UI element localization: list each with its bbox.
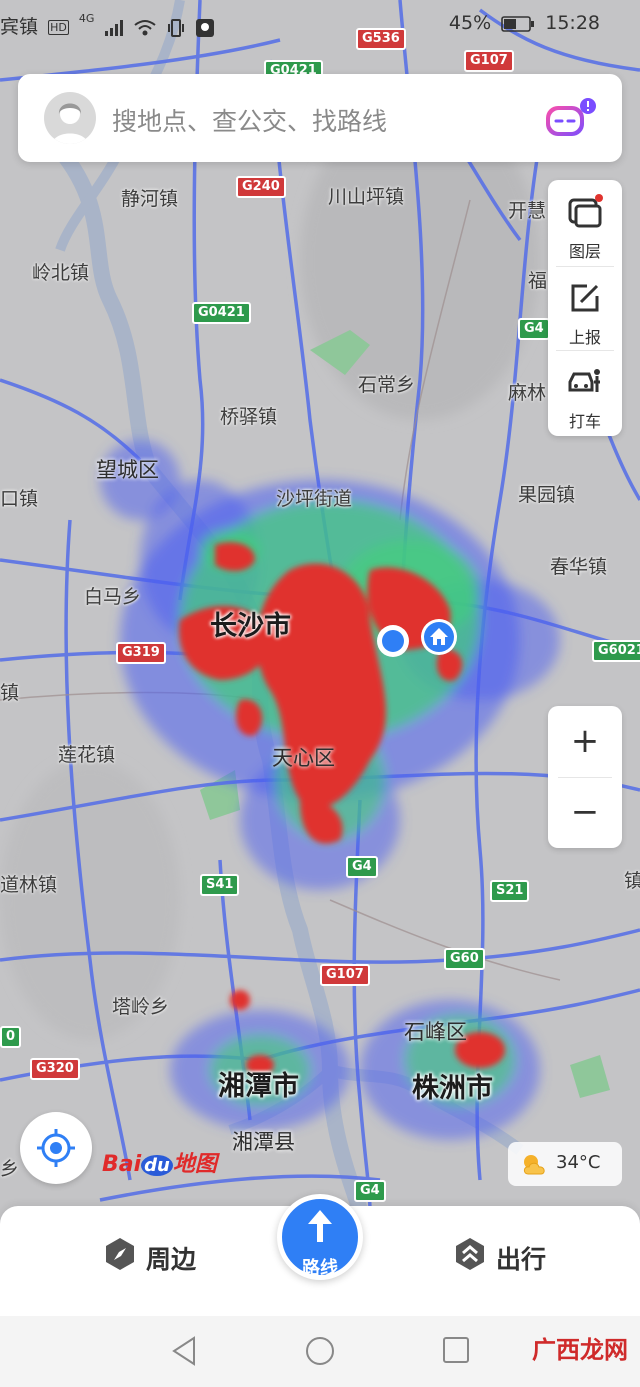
baidu-map-logo: Bai du 地图	[102, 1152, 217, 1177]
place-label: 莲花镇	[58, 744, 116, 766]
report-edit-icon	[571, 284, 599, 312]
home-nav-icon[interactable]	[305, 1336, 335, 1366]
zoom-controls: + −	[548, 706, 622, 848]
carrier-label: 宾镇	[0, 16, 39, 38]
district-label: 天心区	[272, 746, 335, 770]
paw-mark: du	[141, 1155, 173, 1176]
road-shield: G4	[518, 318, 550, 340]
avatar[interactable]	[44, 92, 96, 144]
zoom-in-button[interactable]: +	[548, 706, 622, 777]
status-bar: 宾镇 HD 4G 45% 15:28	[0, 0, 640, 52]
road-shield: S21	[490, 880, 530, 902]
district-label: 望城区	[96, 458, 159, 482]
temperature: 34°C	[556, 1152, 601, 1173]
place-label: 镇	[0, 682, 20, 704]
network-type-label: 4G	[78, 12, 95, 25]
place-label: 石常乡	[358, 374, 416, 396]
signal-icon	[105, 19, 124, 36]
taxi-label: 打车	[568, 412, 601, 431]
recents-icon[interactable]	[442, 1336, 470, 1364]
layers-icon	[568, 194, 603, 228]
district-label: 石峰区	[404, 1020, 467, 1044]
status-left: 宾镇 HD 4G	[0, 12, 215, 39]
locate-icon	[37, 1129, 75, 1167]
place-label: 口镇	[0, 488, 39, 510]
locate-me-button[interactable]	[20, 1112, 92, 1184]
report-button[interactable]: 上报	[548, 266, 622, 350]
route-arrow-icon	[308, 1210, 332, 1242]
user-avatar-icon	[52, 103, 88, 144]
place-label: 川山坪镇	[328, 186, 405, 208]
road-shield: 0	[0, 1026, 22, 1048]
layers-label: 图层	[568, 242, 601, 261]
road-shield: G60	[444, 948, 485, 970]
place-label: 麻林	[508, 382, 547, 404]
battery-icon	[501, 15, 535, 32]
place-label: 桥驿镇	[220, 406, 278, 428]
compass-icon	[106, 1238, 134, 1270]
city-label-zhuzhou[interactable]: 株洲市	[412, 1066, 493, 1105]
road-shield: G319	[116, 642, 166, 664]
place-label: 开慧	[508, 200, 547, 222]
place-label: 镇	[624, 870, 640, 892]
route-label: 路线	[302, 1258, 338, 1279]
district-label: 湘潭县	[232, 1130, 295, 1154]
place-label: 白马乡	[84, 586, 142, 608]
nearby-label: 周边	[146, 1245, 197, 1274]
current-location-marker[interactable]	[376, 624, 410, 658]
road-shield: G107	[464, 50, 514, 72]
layers-button[interactable]: 图层	[548, 180, 622, 264]
place-label: 岭北镇	[32, 262, 90, 284]
place-label: 乡	[0, 1158, 20, 1180]
zoom-out-button[interactable]: −	[548, 777, 622, 848]
road-shield: S41	[200, 874, 240, 896]
road-shield: G240	[236, 176, 286, 198]
nearby-button[interactable]: 周边	[102, 1236, 232, 1276]
road-shield: G107	[320, 964, 370, 986]
road-shield: G0421	[192, 302, 251, 324]
place-label: 道林镇	[0, 874, 58, 896]
place-label: 福	[528, 270, 548, 292]
route-button[interactable]: 路线	[277, 1194, 363, 1294]
vibrate-icon	[167, 18, 184, 37]
map-tools-panel: 图层 上报 打车	[548, 180, 622, 436]
travel-label: 出行	[496, 1245, 547, 1274]
report-label: 上报	[568, 328, 601, 347]
search-input[interactable]: 搜地点、查公交、找路线	[112, 102, 387, 138]
road-shield: G4	[346, 856, 378, 878]
city-label-changsha[interactable]: 长沙市	[210, 604, 291, 643]
partly-cloudy-icon	[523, 1155, 545, 1175]
place-label: 春华镇	[550, 556, 608, 578]
travel-button[interactable]: 出行	[452, 1236, 582, 1276]
road-shield: G320	[30, 1058, 80, 1080]
place-label: 静河镇	[121, 188, 179, 210]
home-icon[interactable]	[420, 618, 458, 656]
road-shield: G6021	[592, 640, 640, 662]
hd-icon: HD	[48, 20, 69, 35]
clock-time: 15:28	[545, 12, 600, 34]
status-right: 45% 15:28	[449, 12, 600, 34]
taxi-icon	[568, 369, 600, 392]
travel-chevron-icon	[456, 1238, 484, 1270]
place-label: 塔岭乡	[112, 996, 170, 1018]
battery-percent: 45%	[448, 12, 492, 34]
weather-widget[interactable]: 34°C	[508, 1142, 622, 1186]
back-icon[interactable]	[170, 1336, 198, 1366]
taxi-button[interactable]: 打车	[548, 350, 622, 434]
wifi-icon	[134, 19, 157, 35]
watermark: 广西龙网	[532, 1336, 628, 1364]
search-bar[interactable]: 搜地点、查公交、找路线	[18, 74, 622, 162]
app-notification-icon	[195, 18, 214, 37]
voice-assistant-icon[interactable]	[542, 96, 598, 144]
city-label-xiangtan[interactable]: 湘潭市	[218, 1064, 299, 1103]
place-label: 沙坪街道	[276, 488, 353, 510]
place-label: 果园镇	[518, 484, 576, 506]
